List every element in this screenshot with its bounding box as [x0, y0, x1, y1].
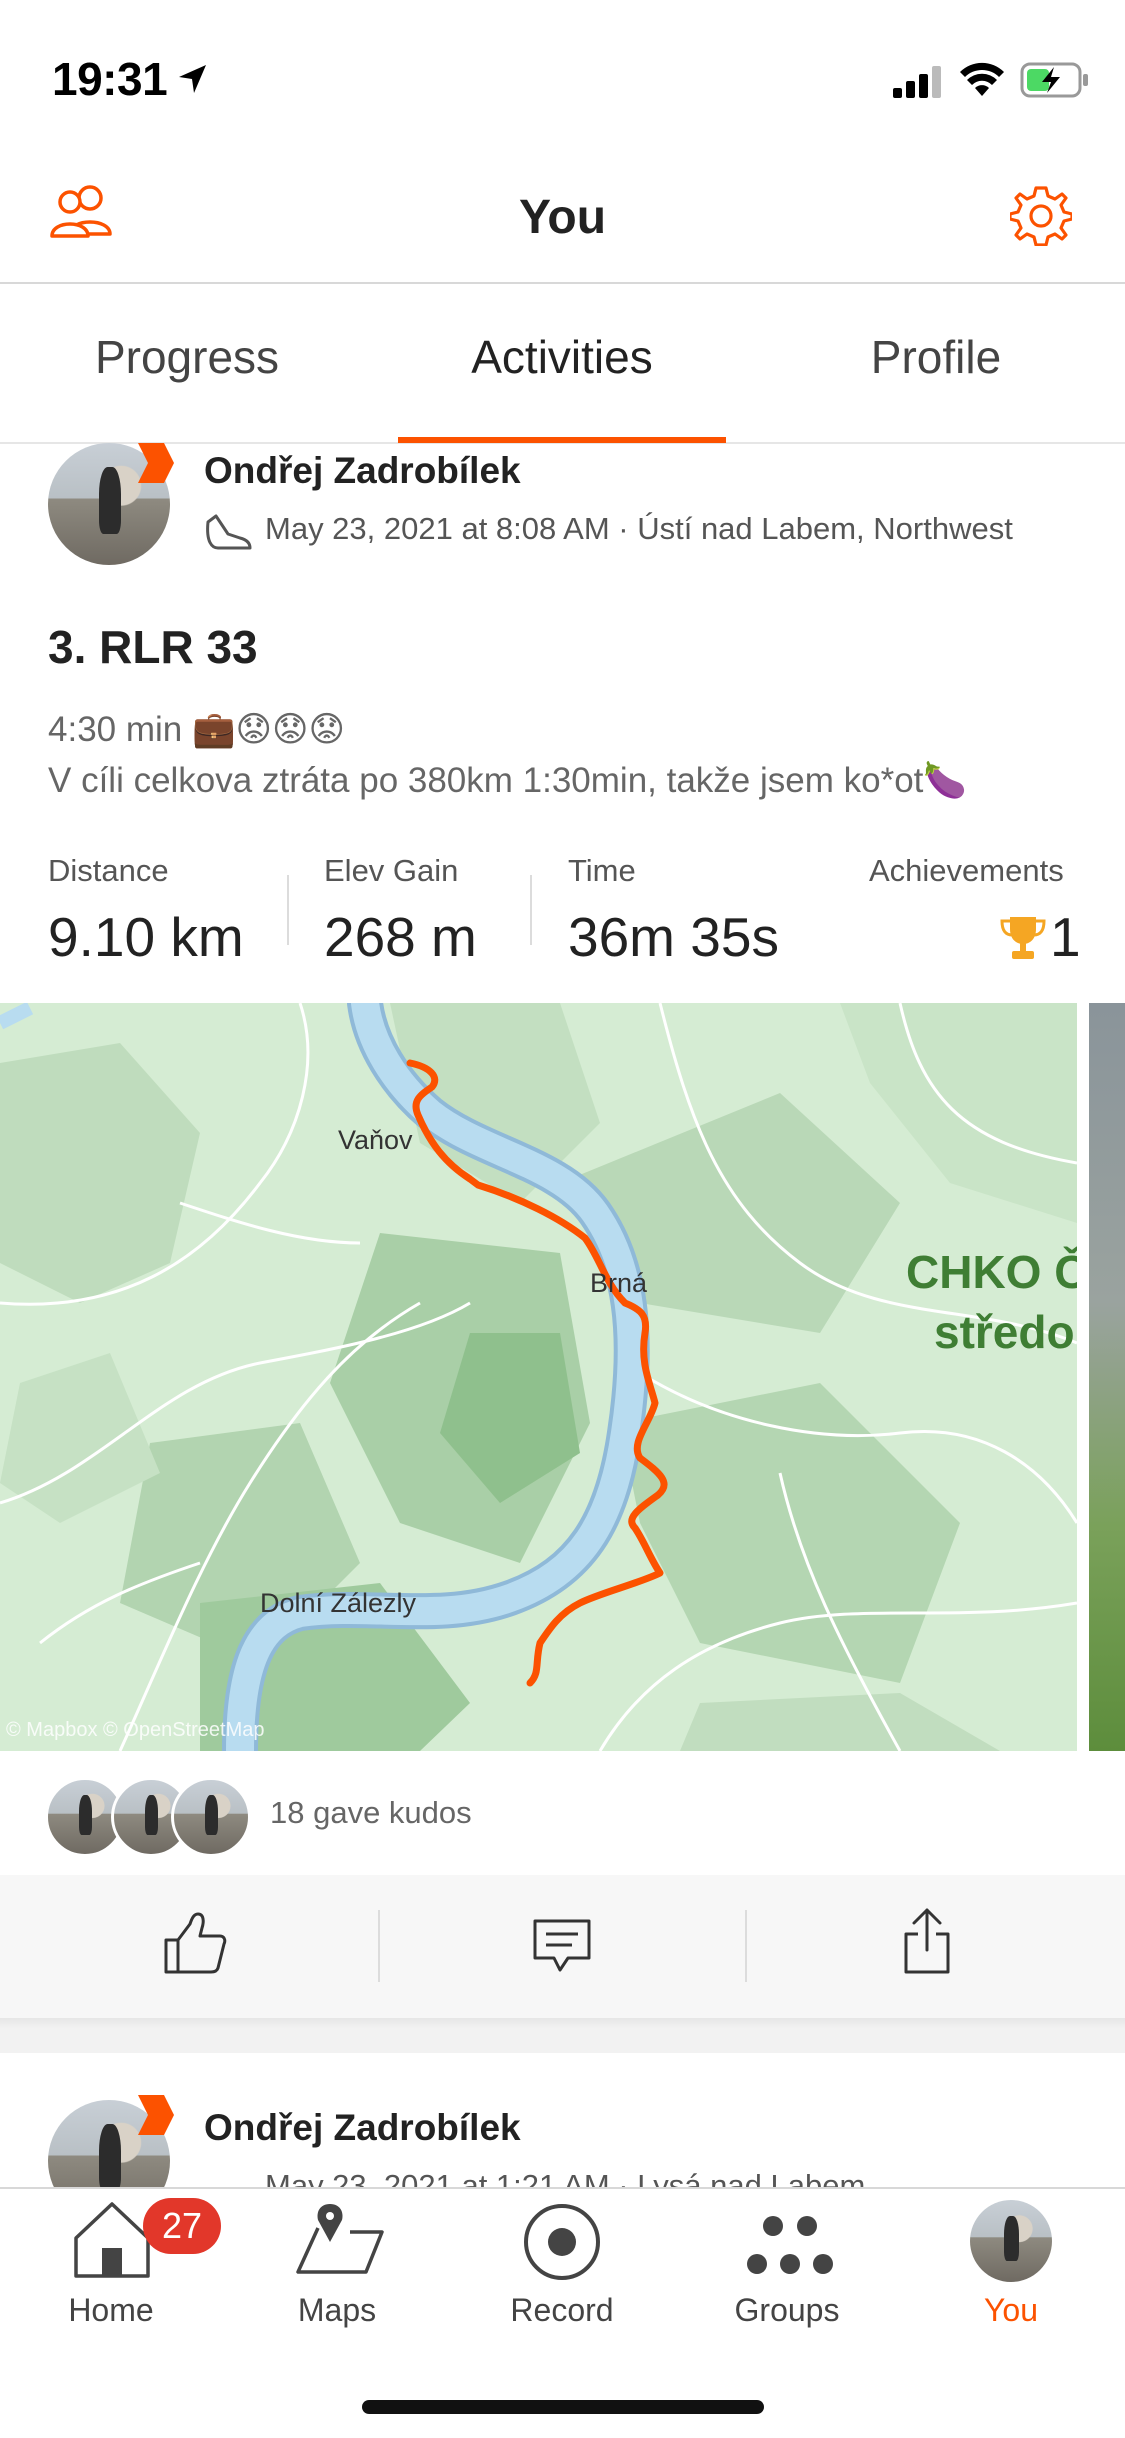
page-title: You — [518, 191, 607, 244]
active-tab-indicator — [398, 437, 726, 443]
stat-achievements-label: Achievements — [869, 853, 1064, 888]
record-icon[interactable] — [522, 2202, 602, 2282]
premium-badge-icon — [138, 443, 174, 483]
stat-distance-value: 9.10 km — [48, 906, 244, 968]
battery-charging-icon — [1020, 62, 1088, 98]
shoe-icon — [206, 514, 252, 550]
action-divider — [378, 1910, 380, 1982]
kudos-avatar[interactable] — [171, 1777, 251, 1857]
home-icon[interactable] — [72, 2200, 152, 2280]
stat-divider — [287, 875, 289, 945]
notification-badge: 27 — [143, 2198, 221, 2254]
comment-icon[interactable] — [532, 1918, 592, 1974]
status-time: 19:31 — [52, 53, 168, 105]
activity-description-line-1: 4:30 min 💼😟😟😟 — [48, 710, 346, 749]
activity-photo-peek[interactable] — [1089, 1003, 1125, 1751]
trophy-icon — [1000, 917, 1046, 959]
stat-time-value: 36m 35s — [568, 906, 779, 968]
map-label-vanov: Vaňov — [338, 1125, 413, 1155]
map-label-stredo: středo — [934, 1306, 1075, 1358]
wifi-icon — [960, 62, 1004, 96]
athlete-name[interactable]: Ondřej Zadrobílek — [204, 2107, 521, 2149]
map-label-chko: CHKO Č — [906, 1246, 1077, 1298]
stat-elev-label: Elev Gain — [324, 853, 459, 888]
activity-description-line-2: V cíli celkova ztráta po 380km 1:30min, … — [48, 761, 967, 800]
kudos-count[interactable]: 18 gave kudos — [270, 1795, 472, 1831]
home-indicator — [362, 2400, 764, 2414]
nav-you-label[interactable]: You — [911, 2292, 1111, 2329]
stat-divider — [530, 875, 532, 945]
nav-record-label[interactable]: Record — [462, 2292, 662, 2329]
stat-distance-label: Distance — [48, 853, 169, 888]
tab-profile[interactable]: Profile — [771, 330, 1101, 384]
stat-elev-value: 268 m — [324, 906, 477, 968]
stat-time-label: Time — [568, 853, 636, 888]
activity-map[interactable]: Vaňov Brná Dolní Zálezly CHKO Č středo ©… — [0, 1003, 1077, 1751]
map-attribution: © Mapbox © OpenStreetMap — [6, 1719, 265, 1741]
tab-activities[interactable]: Activities — [397, 330, 727, 384]
map-label-brna: Brná — [590, 1268, 648, 1298]
signal-icon — [893, 66, 941, 98]
location-arrow-icon — [179, 65, 206, 93]
action-divider — [745, 1910, 747, 1982]
settings-gear-icon[interactable] — [1010, 184, 1072, 246]
you-avatar[interactable] — [970, 2200, 1052, 2282]
kudos-thumbs-up-icon[interactable] — [162, 1910, 228, 1976]
groups-icon[interactable] — [747, 2214, 833, 2278]
tab-progress[interactable]: Progress — [22, 330, 352, 384]
route-map-svg — [0, 1003, 1077, 1751]
header: You — [0, 140, 1125, 284]
stat-achievements-value: 1 — [1050, 906, 1081, 968]
nav-groups-label[interactable]: Groups — [687, 2292, 887, 2329]
maps-icon[interactable] — [292, 2202, 386, 2278]
premium-badge-icon — [138, 2095, 174, 2135]
card-separator — [0, 2018, 1125, 2053]
share-icon[interactable] — [902, 1906, 952, 1976]
nav-maps-label[interactable]: Maps — [237, 2292, 437, 2329]
athlete-name[interactable]: Ondřej Zadrobílek — [204, 450, 521, 492]
activity-meta: May 23, 2021 at 8:08 AM · Ústí nad Labem… — [265, 511, 1013, 546]
nav-home-label[interactable]: Home — [11, 2292, 211, 2329]
activity-title[interactable]: 3. RLR 33 — [48, 620, 258, 674]
map-label-dolni-zalezly: Dolní Zálezly — [260, 1588, 417, 1618]
